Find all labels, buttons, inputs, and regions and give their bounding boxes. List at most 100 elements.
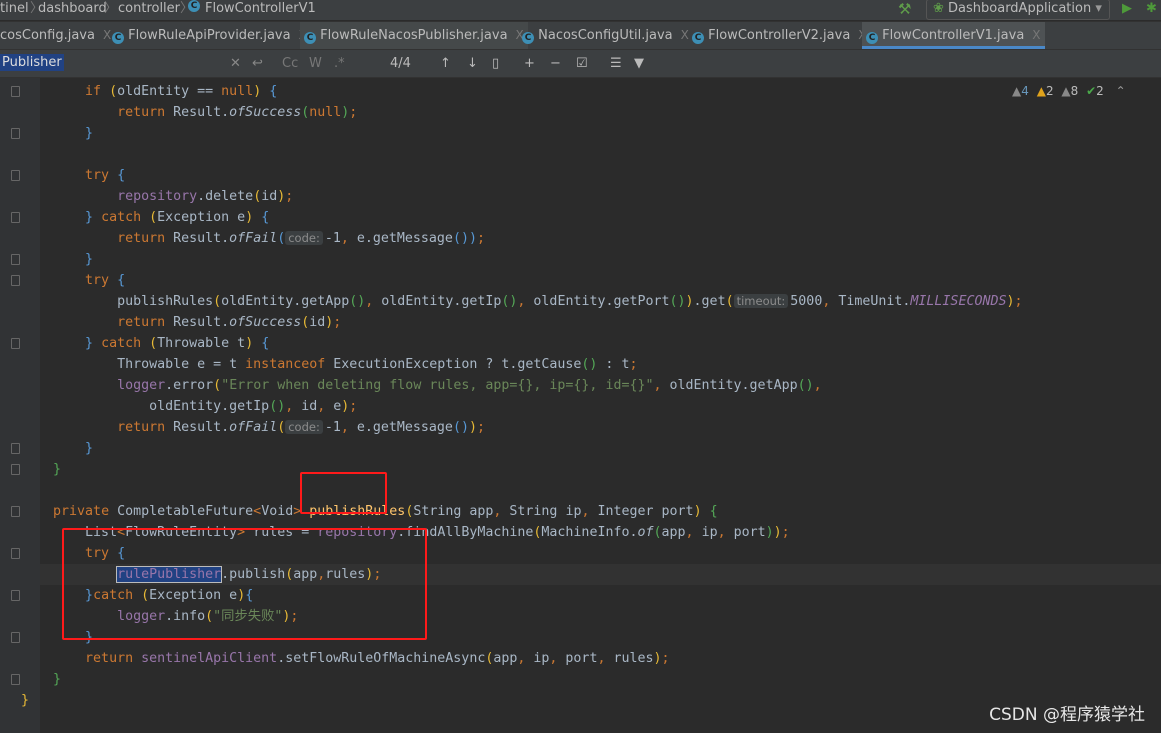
code-token: publishRules [117,294,214,309]
code-line[interactable]: return Result.ofSuccess(id); [21,312,341,333]
run-config-dropdown[interactable]: ❀ DashboardApplication ▾ [926,0,1110,20]
next-match-icon[interactable]: ↓ [467,55,478,72]
whole-words-toggle[interactable]: W [309,55,322,72]
class-icon: C [866,32,878,44]
history-icon[interactable]: ↩ [252,55,263,72]
fold-marker-icon[interactable] [11,212,20,223]
fold-marker-icon[interactable] [11,443,20,454]
code-token: id [301,399,318,414]
fold-marker-icon[interactable] [11,464,20,475]
code-line[interactable]: Throwable e = t instanceof ExecutionExce… [21,354,637,375]
remove-occurrence-icon[interactable]: − [550,55,561,72]
fold-marker-icon[interactable] [11,506,20,517]
add-occurrence-icon[interactable]: + [524,55,535,72]
code-token: ofFail [229,420,278,435]
code-line[interactable]: logger.error("Error when deleting flow r… [21,375,822,396]
tab-nacos-config[interactable]: cosConfig.java X [0,22,115,49]
code-line[interactable]: oldEntity.getIp(), id, e); [21,396,357,417]
fold-marker-icon[interactable] [11,170,20,181]
code-token: return [117,105,174,120]
code-line[interactable]: } [21,123,93,144]
toggle-all-icon[interactable]: ☑ [576,55,588,72]
fold-marker-icon[interactable] [11,338,20,349]
run-icon[interactable]: ▶ [1122,0,1132,18]
code-token: String app [413,504,494,519]
breadcrumb-item[interactable]: tinel [0,0,29,18]
fold-marker-icon[interactable] [11,275,20,286]
breadcrumb-item[interactable]: controller [118,0,180,18]
fold-marker-icon[interactable] [11,548,20,559]
code-line[interactable]: return Result.ofFail(code: -1, e.getMessa… [21,417,485,438]
fold-marker-icon[interactable] [11,674,20,685]
code-token: null [221,84,254,99]
code-line[interactable]: } [21,669,61,690]
filter-options-icon[interactable]: ☰ [610,55,622,72]
code-line[interactable]: } [21,249,93,270]
code-line[interactable]: try { [21,165,125,186]
tab-flow-rule-nacos-publisher[interactable]: C FlowRuleNacosPublisher.java X [300,22,528,49]
code-token: , [365,294,382,309]
code-token: { [709,504,718,519]
select-all-icon[interactable]: ▯ [492,55,499,72]
warning-icon: ▲ [1036,84,1046,98]
code-line[interactable]: } catch (Exception e) { [21,207,269,228]
code-token: Integer port [597,504,694,519]
code-token: , [493,504,510,519]
code-line[interactable]: } [21,438,93,459]
find-bar: Publisher ✕ ↩ Cc W .* 4/4 ↑ ↓ ▯ + − ☑ ☰ … [0,50,1161,78]
tab-flow-controller-v2[interactable]: C FlowControllerV2.javaX [688,22,871,49]
code-token: oldEntity.getIp [381,294,502,309]
fold-marker-icon[interactable] [11,254,20,265]
code-token: oldEntity == [117,84,222,99]
match-case-toggle[interactable]: Cc [282,55,298,72]
code-token: { [269,84,278,99]
fold-marker-icon[interactable] [11,632,20,643]
build-hammer-icon[interactable]: ⚒ [898,0,911,18]
previous-match-icon[interactable]: ↑ [440,55,451,72]
regex-toggle[interactable]: .* [334,55,345,72]
code-line[interactable]: } [21,690,29,711]
code-token: String ip [509,504,582,519]
tab-nacos-config-util[interactable]: C NacosConfigUtil.java X [518,22,693,49]
code-token: ) [1006,294,1015,309]
fold-marker-icon[interactable] [11,86,20,97]
code-line[interactable]: return Result.ofFail(code: -1, e.getMessa… [21,228,485,249]
fold-marker-icon[interactable] [11,128,20,139]
code-line[interactable]: return sentinelApiClient.setFlowRuleOfMa… [21,648,669,669]
inspection-widget[interactable]: ▲4 ▲2 ▲8 ✔2 ⌃ [1012,84,1126,98]
code-token: , [581,504,598,519]
code-line[interactable]: try { [21,270,125,291]
code-token: ) [245,210,262,225]
breadcrumb-item[interactable]: dashboard [38,0,107,18]
code-line[interactable]: return Result.ofSuccess(null); [21,102,357,123]
code-token: ( [109,84,118,99]
code-line[interactable]: } [21,459,61,480]
tab-flow-controller-v1[interactable]: C FlowControllerV1.java X [862,22,1045,49]
class-icon: C [188,0,200,12]
code-token: -1 [324,420,341,435]
search-input[interactable]: Publisher [0,54,64,71]
code-token: () [501,294,518,309]
clear-icon[interactable]: ✕ [230,55,241,72]
code-line[interactable]: if (oldEntity == null) { [21,81,277,102]
code-token: () [797,378,814,393]
code-line[interactable]: repository.delete(id); [21,186,293,207]
code-line[interactable]: } catch (Throwable t) { [21,333,269,354]
code-token: of [637,525,654,540]
code-token: } [85,126,94,141]
tab-flow-rule-api-provider[interactable]: C FlowRuleApiProvider.javaX [108,22,311,49]
code-token: ; [349,105,358,120]
code-token: () [269,399,286,414]
code-token: ) [468,420,477,435]
code-line[interactable]: publishRules(oldEntity.getApp(), oldEnti… [21,291,1023,312]
code-token: ( [653,525,662,540]
breadcrumb-item[interactable]: FlowControllerV1 [205,0,316,18]
code-token: "Error when deleting flow rules, app={},… [221,378,654,393]
fold-marker-icon[interactable] [11,590,20,601]
filter-icon[interactable]: ▼ [634,55,644,72]
code-token: , [317,399,334,414]
annotation-box [300,472,387,514]
code-token: port [565,651,598,666]
code-token: ) [693,504,710,519]
debug-icon[interactable]: ✱ [1146,0,1157,18]
